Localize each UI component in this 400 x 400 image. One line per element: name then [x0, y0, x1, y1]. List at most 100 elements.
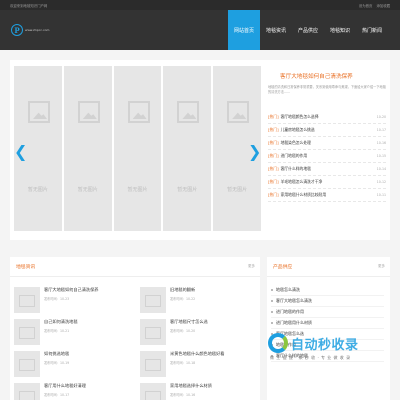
set-homepage-link[interactable]: 设为首页: [359, 3, 373, 8]
card-date: 发布时间：10-19: [44, 361, 70, 365]
news-card[interactable]: 自己如何清洗地毯 发布时间：10-21: [14, 319, 130, 348]
list-item[interactable]: [热门] 地毯染色怎么处理 10-16: [268, 137, 386, 150]
list-item[interactable]: 进门地毯用什么材质: [271, 318, 384, 329]
hot-tag: [热门]: [268, 114, 279, 119]
item-date: 10-11: [376, 193, 386, 197]
watermark-logo: 自动秒收录: [268, 333, 390, 353]
featured-list: [热门] 客厅地毯颜色怎么选择 10-20 [热门] 儿童房地毯怎么挑选 10-17 […: [268, 111, 386, 202]
carpet-news-section: 地毯资讯 更多 客厅大地毯如何自己清洗保养 发布时间：10-23 旧地毯的翻新 发布…: [10, 257, 260, 400]
thumbnail-placeholder[interactable]: [14, 383, 40, 400]
featured-title[interactable]: 客厅大地毯如何自己清洗保养: [280, 72, 386, 80]
more-link[interactable]: 更多: [248, 264, 255, 269]
thumbnail-placeholder[interactable]: [14, 351, 40, 377]
carousel-slide[interactable]: 暂无图片: [163, 66, 212, 231]
list-item[interactable]: [热门] 客厅什么样的地毯 10-14: [268, 163, 386, 176]
more-link[interactable]: 更多: [378, 264, 385, 269]
carousel-slides: 暂无图片 暂无图片 暂无图片 暂无图片 暂无图片 ❮ ❯: [10, 60, 265, 240]
logo-url-text: www.21pcc.com: [25, 28, 50, 32]
top-bar: 欢迎来到地毯知识门户网 设为首页 添加收藏: [0, 0, 400, 10]
image-placeholder-icon: [77, 101, 100, 123]
card-date: 发布时间：10-17: [44, 393, 70, 397]
chevron-right-icon[interactable]: ❯: [248, 142, 261, 161]
hero-carousel: 暂无图片 暂无图片 暂无图片 暂无图片 暂无图片 ❮ ❯ 客厅大地毯如何自己清洗…: [10, 60, 390, 240]
section-title[interactable]: 产品供应: [273, 263, 292, 270]
list-item[interactable]: [热门] 进门地毯的作用 10-15: [268, 150, 386, 163]
thumbnail-placeholder[interactable]: [140, 319, 166, 345]
nav-carpet-knowledge[interactable]: 地毯知识: [324, 10, 356, 50]
section-header: 地毯资讯 更多: [10, 257, 260, 277]
item-date: 10-16: [376, 141, 386, 145]
watermark-slogan: 做 上 链 接 · 来 秒 收 · 专 业 做 收 录: [270, 355, 351, 360]
thumbnail-placeholder[interactable]: [140, 351, 166, 377]
nav-carpet-news[interactable]: 地毯资讯: [260, 10, 292, 50]
section-title[interactable]: 地毯资讯: [16, 263, 35, 270]
card-date: 发布时间：10-16: [170, 393, 196, 397]
card-date: 发布时间：10-20: [170, 329, 196, 333]
thumbnail-placeholder[interactable]: [14, 319, 40, 345]
carousel-slide[interactable]: 暂无图片: [63, 66, 112, 231]
card-date: 发布时间：10-22: [170, 297, 196, 301]
site-logo[interactable]: P www.21pcc.com: [11, 24, 51, 36]
news-card[interactable]: 客厅地毯尺寸怎么选 发布时间：10-20: [140, 319, 256, 348]
item-title[interactable]: 儿童房地毯怎么挑选: [281, 127, 377, 133]
news-grid: 客厅大地毯如何自己清洗保养 发布时间：10-23 旧地毯的翻新 发布时间：10-22…: [10, 277, 260, 400]
hot-tag: [热门]: [268, 127, 279, 132]
card-date: 发布时间：10-21: [44, 329, 70, 333]
news-card[interactable]: 米黄色地毯什么颜色地毯好看 发布时间：10-18: [140, 351, 256, 380]
list-item[interactable]: [热门] 客厅地毯颜色怎么选择 10-20: [268, 111, 386, 124]
list-item[interactable]: [热门] 家用地毯什么材质比较耐用 10-11: [268, 189, 386, 202]
thumbnail-placeholder[interactable]: [140, 287, 166, 313]
card-title[interactable]: 米黄色地毯什么颜色地毯好看: [170, 351, 224, 357]
list-item[interactable]: 进门地毯的作用: [271, 307, 384, 318]
list-item[interactable]: [热门] 羊毛地毯怎么清洗才干净 10-12: [268, 176, 386, 189]
hot-tag: [热门]: [268, 140, 279, 145]
item-title[interactable]: 客厅地毯颜色怎么选择: [281, 114, 377, 120]
nav-home[interactable]: 网站首页: [228, 10, 260, 50]
item-date: 10-15: [376, 154, 386, 158]
list-item[interactable]: 地毯怎么清洗: [271, 285, 384, 296]
logo-mark: P: [11, 24, 23, 36]
item-title[interactable]: 进门地毯的作用: [281, 153, 377, 159]
card-title[interactable]: 客厅地毯尺寸怎么选: [170, 319, 208, 325]
add-favorite-link[interactable]: 添加收藏: [376, 3, 390, 8]
card-title[interactable]: 客厅大地毯如何自己清洗保养: [44, 287, 98, 293]
image-placeholder-icon: [227, 101, 250, 123]
welcome-text: 欢迎来到地毯知识门户网: [10, 3, 48, 8]
card-title[interactable]: 旧地毯的翻新: [170, 287, 195, 293]
item-title[interactable]: 客厅什么样的地毯: [281, 166, 377, 172]
hot-tag: [热门]: [268, 179, 279, 184]
news-card[interactable]: 旧地毯的翻新 发布时间：10-22: [140, 287, 256, 316]
section-header: 产品供应 更多: [267, 257, 390, 277]
item-title[interactable]: 地毯染色怎么处理: [281, 140, 377, 146]
products-section: 产品供应 更多 地毯怎么清洗 客厅大地毯怎么清洗 进门地毯的作用 进门地毯用什么…: [267, 257, 390, 400]
news-card[interactable]: 如何挑选地毯 发布时间：10-19: [14, 351, 130, 380]
card-title[interactable]: 自己如何清洗地毯: [44, 319, 78, 325]
card-title[interactable]: 客厅用什么地毯好清理: [44, 383, 86, 389]
watermark-mark-icon: [268, 333, 288, 353]
card-date: 发布时间：10-18: [170, 361, 196, 365]
nav-hot-news[interactable]: 热门新闻: [356, 10, 388, 50]
hot-tag: [热门]: [268, 166, 279, 171]
card-title[interactable]: 如何挑选地毯: [44, 351, 69, 357]
thumbnail-placeholder[interactable]: [140, 383, 166, 400]
news-card[interactable]: 客厅用什么地毯好清理 发布时间：10-17: [14, 383, 130, 400]
item-date: 10-20: [376, 115, 386, 119]
news-card[interactable]: 家用地毯选择什么材质 发布时间：10-16: [140, 383, 256, 400]
featured-news: 客厅大地毯如何自己清洗保养 地毯的清洗和日常保养非常重要，关系到使用寿命与美观，…: [265, 60, 390, 240]
watermark-overlay: 自动秒收录 做 上 链 接 · 来 秒 收 · 专 业 做 收 录: [268, 333, 390, 378]
card-date: 发布时间：10-23: [44, 297, 70, 301]
item-date: 10-14: [376, 167, 386, 171]
card-title[interactable]: 家用地毯选择什么材质: [170, 383, 212, 389]
news-card[interactable]: 客厅大地毯如何自己清洗保养 发布时间：10-23: [14, 287, 130, 316]
header: P www.21pcc.com 网站首页 地毯资讯 产品供应 地毯知识 热门新闻: [0, 10, 400, 50]
main-nav: 网站首页 地毯资讯 产品供应 地毯知识 热门新闻: [228, 10, 388, 50]
nav-products[interactable]: 产品供应: [292, 10, 324, 50]
chevron-left-icon[interactable]: ❮: [14, 142, 27, 161]
item-title[interactable]: 羊毛地毯怎么清洗才干净: [281, 179, 377, 185]
thumbnail-placeholder[interactable]: [14, 287, 40, 313]
featured-desc: 地毯的清洗和日常保养非常重要，关系到使用寿命与美观，下面给大家介绍一下地毯的清洗…: [268, 85, 386, 94]
list-item[interactable]: 客厅大地毯怎么清洗: [271, 296, 384, 307]
item-title[interactable]: 家用地毯什么材质比较耐用: [281, 192, 377, 198]
carousel-slide[interactable]: 暂无图片: [113, 66, 162, 231]
list-item[interactable]: [热门] 儿童房地毯怎么挑选 10-17: [268, 124, 386, 137]
